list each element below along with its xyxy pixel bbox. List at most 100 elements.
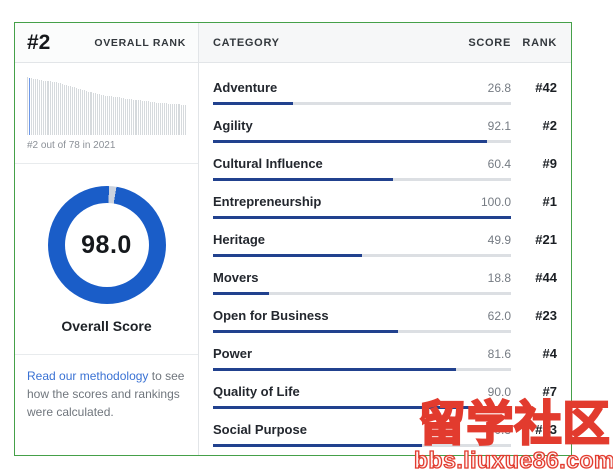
score-bar-track bbox=[213, 368, 511, 371]
category-rank: #42 bbox=[511, 80, 557, 95]
histogram-bar bbox=[140, 100, 141, 135]
score-bar-track bbox=[213, 444, 511, 447]
category-score: 92.1 bbox=[459, 119, 511, 133]
histogram-bar bbox=[172, 104, 173, 135]
table-row: Adventure 26.8 #42 bbox=[213, 80, 557, 105]
histogram-bar bbox=[72, 87, 73, 135]
category-score: 49.9 bbox=[459, 233, 511, 247]
histogram-bar bbox=[113, 97, 114, 135]
category-rank: #23 bbox=[511, 308, 557, 323]
category-name: Adventure bbox=[213, 80, 459, 95]
histogram-bar bbox=[154, 102, 155, 135]
histogram-bar bbox=[168, 104, 169, 135]
row-text: Movers 18.8 #44 bbox=[213, 270, 557, 285]
category-rank: #9 bbox=[511, 156, 557, 171]
histogram-bar bbox=[111, 96, 112, 135]
histogram-bar bbox=[148, 101, 149, 135]
histogram-bar bbox=[70, 86, 71, 135]
category-table-body: Adventure 26.8 #42 Agility 92.1 #2 Cultu… bbox=[199, 63, 571, 447]
histogram-bar bbox=[127, 99, 128, 136]
histogram-bar bbox=[58, 83, 59, 135]
histogram-bar bbox=[33, 79, 34, 135]
category-name: Quality of Life bbox=[213, 384, 459, 399]
histogram-bar bbox=[144, 101, 145, 135]
table-row: Quality of Life 90.0 #7 bbox=[213, 384, 557, 409]
histogram-bar bbox=[131, 99, 132, 135]
histogram-bar bbox=[181, 105, 182, 135]
histogram-bar bbox=[170, 104, 171, 135]
score-bar-fill bbox=[213, 406, 481, 409]
histogram-bar bbox=[80, 89, 81, 135]
histogram-bar bbox=[62, 84, 63, 135]
overall-rank-label: OVERALL RANK bbox=[94, 37, 186, 49]
histogram-bar bbox=[82, 90, 83, 135]
histogram-bar bbox=[88, 92, 89, 136]
histogram-bar bbox=[166, 103, 167, 135]
rank-distribution-caption: #2 out of 78 in 2021 bbox=[27, 140, 186, 151]
category-rank: #7 bbox=[511, 384, 557, 399]
histogram-bar bbox=[121, 98, 122, 135]
histogram-bar bbox=[68, 86, 69, 135]
score-bar-fill bbox=[213, 444, 422, 447]
score-bar-fill bbox=[213, 330, 398, 333]
methodology-link[interactable]: Read our methodology bbox=[27, 369, 148, 383]
histogram-bar bbox=[133, 100, 134, 135]
score-bar-fill bbox=[213, 292, 269, 295]
country-rank-card: #2 OVERALL RANK #2 out of 78 in 2021 98.… bbox=[14, 22, 572, 456]
histogram-bar bbox=[60, 83, 61, 135]
category-rank: #13 bbox=[511, 422, 557, 437]
histogram-bar bbox=[117, 97, 118, 135]
row-text: Adventure 26.8 #42 bbox=[213, 80, 557, 95]
overall-score-label: Overall Score bbox=[61, 318, 151, 334]
table-row: Heritage 49.9 #21 bbox=[213, 232, 557, 257]
histogram-bar bbox=[162, 103, 163, 135]
score-bar-fill bbox=[213, 216, 511, 219]
row-text: Heritage 49.9 #21 bbox=[213, 232, 557, 247]
histogram-bar bbox=[47, 81, 48, 135]
histogram-bar bbox=[156, 103, 157, 136]
score-bar-fill bbox=[213, 140, 487, 143]
table-row: Agility 92.1 #2 bbox=[213, 118, 557, 143]
histogram-bar bbox=[152, 102, 153, 135]
histogram-bar bbox=[185, 105, 186, 135]
histogram-bar bbox=[125, 99, 126, 136]
table-row: Entrepreneurship 100.0 #1 bbox=[213, 194, 557, 219]
histogram-bar bbox=[183, 105, 184, 135]
histogram-bar bbox=[176, 104, 177, 135]
histogram-bar bbox=[99, 94, 100, 135]
category-table-header: CATEGORY SCORE RANK bbox=[199, 23, 571, 63]
histogram-bar bbox=[174, 104, 175, 135]
overall-rank-value: #2 bbox=[27, 31, 50, 55]
histogram-bar bbox=[115, 97, 116, 135]
category-score: 26.8 bbox=[459, 81, 511, 95]
histogram-bar bbox=[74, 87, 75, 135]
histogram-bar bbox=[158, 103, 159, 136]
histogram-bar bbox=[107, 96, 108, 135]
histogram-bar bbox=[86, 91, 87, 135]
histogram-bar bbox=[138, 100, 139, 135]
category-rank: #1 bbox=[511, 194, 557, 209]
category-score: 62.0 bbox=[459, 309, 511, 323]
overall-rank-header: #2 OVERALL RANK bbox=[15, 23, 198, 63]
score-bar-fill bbox=[213, 254, 362, 257]
overall-score-donut-chart: 98.0 bbox=[48, 186, 166, 304]
category-name: Entrepreneurship bbox=[213, 194, 459, 209]
table-row: Open for Business 62.0 #23 bbox=[213, 308, 557, 333]
histogram-bar bbox=[150, 102, 151, 135]
category-score: 90.0 bbox=[459, 385, 511, 399]
overall-score-value: 98.0 bbox=[81, 231, 132, 260]
score-bar-track bbox=[213, 406, 511, 409]
overall-score-section: 98.0 Overall Score bbox=[15, 164, 198, 354]
row-text: Power 81.6 #4 bbox=[213, 346, 557, 361]
score-bar-fill bbox=[213, 368, 456, 371]
histogram-bar bbox=[164, 103, 165, 135]
category-score: 100.0 bbox=[459, 195, 511, 209]
histogram-bar bbox=[97, 94, 98, 135]
histogram-bar bbox=[105, 96, 106, 135]
category-rank: #44 bbox=[511, 270, 557, 285]
histogram-bar bbox=[90, 92, 91, 135]
row-text: Social Purpose 70.3 #13 bbox=[213, 422, 557, 437]
category-rank: #4 bbox=[511, 346, 557, 361]
histogram-bar bbox=[35, 79, 36, 135]
category-rank: #21 bbox=[511, 232, 557, 247]
